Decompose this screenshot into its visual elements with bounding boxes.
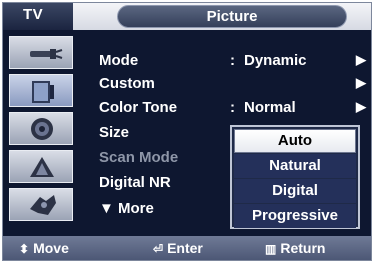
hint-enter: ⏎ Enter — [153, 240, 203, 256]
size-dropdown: Auto Natural Digital Progressive — [230, 125, 360, 229]
speaker-icon — [31, 118, 53, 140]
tab-tv[interactable]: TV — [3, 3, 73, 30]
return-icon: ▥ — [265, 242, 277, 256]
tab-tv-label: TV — [23, 6, 44, 23]
menu-item-label: Mode — [99, 52, 139, 69]
menu-item-custom[interactable]: Custom ▶ — [99, 75, 366, 97]
tab-picture[interactable]: Picture — [117, 5, 347, 28]
menu-item-label: Color Tone — [99, 99, 178, 116]
help-bar: ⬍ Move ⏎ Enter ▥ Return — [3, 236, 371, 260]
menu-item-label: Size — [99, 124, 130, 141]
menu-item-label: Scan Mode — [99, 149, 179, 166]
menu-item-label: Digital NR — [99, 174, 171, 191]
hint-enter-label: Enter — [167, 240, 203, 256]
menu-item-scan-mode[interactable]: Scan Mode : — [99, 149, 235, 171]
menu-item-value: Dynamic — [244, 52, 307, 69]
hint-return: ▥ Return — [265, 240, 325, 256]
setup-icon — [30, 195, 56, 215]
hint-move-label: Move — [33, 240, 69, 256]
menu-item-value: Normal — [244, 99, 296, 116]
sidebar — [3, 30, 81, 236]
menu-item-color-tone[interactable]: Color Tone : Normal ▶ — [99, 99, 366, 121]
channel-icon — [30, 157, 54, 177]
menu-item-label: Custom — [99, 75, 155, 92]
dropdown-option-auto[interactable]: Auto — [234, 129, 356, 153]
menu-item-digital-nr[interactable]: Digital NR : — [99, 174, 235, 196]
title-bar: TV Picture — [3, 3, 371, 30]
colon: : — [230, 52, 235, 69]
sidebar-item-channel[interactable] — [9, 150, 73, 183]
dropdown-option-progressive[interactable]: Progressive — [234, 204, 356, 228]
dropdown-option-natural[interactable]: Natural — [234, 154, 356, 178]
enter-icon: ⏎ — [153, 242, 164, 256]
menu-item-size[interactable]: Size — [99, 124, 129, 146]
menu-item-more[interactable]: ▼ More — [99, 200, 154, 222]
arrow-right-icon: ▶ — [356, 75, 366, 90]
up-down-arrow-icon: ⬍ — [19, 242, 30, 256]
antenna-icon — [30, 49, 63, 59]
sidebar-item-setup[interactable] — [9, 188, 73, 221]
sidebar-item-picture[interactable] — [9, 74, 73, 107]
hint-move: ⬍ Move — [19, 240, 69, 256]
picture-icon — [32, 81, 54, 103]
menu-item-mode[interactable]: Mode : Dynamic ▶ — [99, 52, 366, 74]
osd-menu-window: TV Picture Mode: Dynamic ▶ Custom ▶ Col… — [2, 2, 372, 261]
colon: : — [230, 99, 235, 116]
hint-return-label: Return — [280, 240, 326, 256]
sidebar-item-sound[interactable] — [9, 112, 73, 145]
sidebar-item-input[interactable] — [9, 36, 73, 69]
arrow-right-icon: ▶ — [356, 52, 366, 67]
menu-item-label: ▼ More — [99, 200, 154, 217]
dropdown-option-digital[interactable]: Digital — [234, 179, 356, 203]
tab-picture-label: Picture — [206, 8, 258, 25]
arrow-right-icon: ▶ — [356, 99, 366, 114]
